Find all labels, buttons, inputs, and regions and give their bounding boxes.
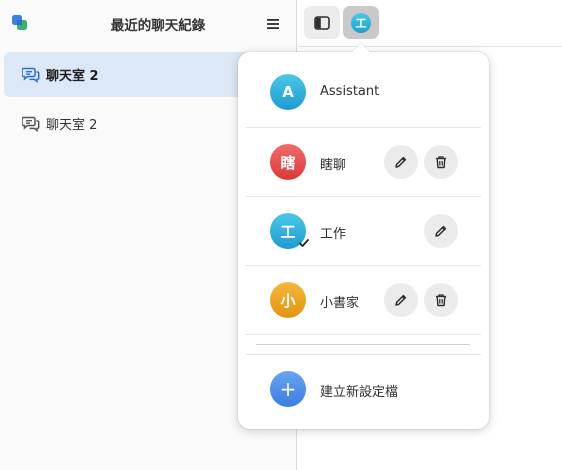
- profile-row-assistant[interactable]: A Assistant: [246, 58, 481, 126]
- content-header: 工: [298, 0, 562, 47]
- sidebar-title: 最近的聊天紀錄: [110, 18, 206, 34]
- pencil-icon: [395, 294, 407, 306]
- chat-item-active[interactable]: 聊天室 2: [4, 52, 278, 97]
- chat-bubble-icon: [22, 67, 40, 83]
- profile-row-work[interactable]: 工 工作: [246, 197, 481, 265]
- main-menu-button[interactable]: [262, 13, 284, 35]
- section-separator: [256, 344, 470, 345]
- current-profile-avatar: 工: [351, 12, 371, 33]
- profile-row-chitchat[interactable]: 瞎 瞎聊: [246, 128, 481, 196]
- pencil-icon: [395, 156, 407, 168]
- chat-item[interactable]: 聊天室 2: [4, 101, 278, 146]
- sidebar-header: 最近的聊天紀錄: [0, 0, 297, 48]
- chat-item-label: 聊天室 2: [46, 118, 98, 133]
- delete-profile-button[interactable]: [424, 145, 458, 179]
- sidebar-toggle-icon: [314, 15, 330, 30]
- chat-item-label: 聊天室 2: [46, 69, 99, 84]
- profile-popover: A Assistant 瞎 瞎聊 工 工作 小 小書家 + 建立新設定檔: [238, 43, 489, 429]
- pencil-icon: [435, 225, 447, 237]
- profile-avatar: 小: [270, 282, 306, 318]
- app-logo-icon: [12, 15, 27, 30]
- profile-row-little-writer[interactable]: 小 小書家: [246, 266, 481, 334]
- profile-name: 瞎聊: [320, 158, 347, 173]
- profile-name: 小書家: [320, 296, 360, 311]
- checkmark-icon: [299, 239, 309, 247]
- trash-icon: [436, 294, 446, 307]
- profile-name: 工作: [320, 227, 347, 242]
- profile-avatar: A: [270, 74, 306, 110]
- edit-profile-button[interactable]: [384, 283, 418, 317]
- hamburger-menu-icon: [267, 19, 279, 29]
- app-window: 最近的聊天紀錄 聊天室 2 聊天室 2 工 A Assistant 瞎 瞎聊 工…: [0, 0, 562, 470]
- divider: [246, 334, 481, 335]
- create-profile-label: 建立新設定檔: [320, 385, 399, 400]
- trash-icon: [436, 156, 446, 169]
- edit-profile-button[interactable]: [384, 145, 418, 179]
- chat-bubble-icon: [22, 116, 40, 132]
- create-profile-row[interactable]: + 建立新設定檔: [246, 355, 481, 423]
- profile-avatar: 瞎: [270, 144, 306, 180]
- profile-name: Assistant: [320, 84, 380, 99]
- toggle-sidebar-button[interactable]: [304, 6, 340, 39]
- delete-profile-button[interactable]: [424, 283, 458, 317]
- profile-switcher-button[interactable]: 工: [343, 6, 379, 39]
- add-profile-icon: +: [270, 371, 306, 407]
- edit-profile-button[interactable]: [424, 214, 458, 248]
